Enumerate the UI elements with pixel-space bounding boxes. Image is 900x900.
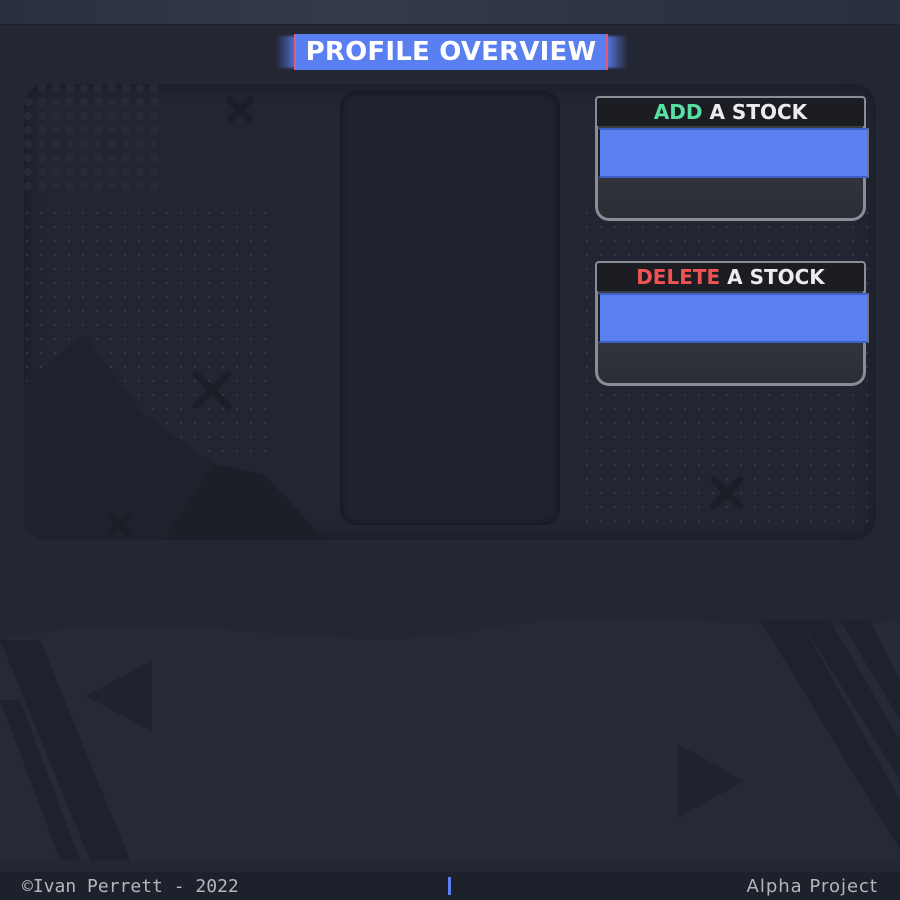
add-stock-card-body (595, 126, 869, 221)
delete-word: DELETE (636, 265, 721, 289)
footer-separator (448, 877, 451, 895)
page-title: PROFILE OVERVIEW (294, 34, 608, 70)
delete-stock-input[interactable] (598, 293, 869, 343)
add-stock-card: ADD A STOCK (595, 96, 869, 222)
delete-stock-label: A STOCK (720, 265, 825, 289)
page-title-banner: PROFILE OVERVIEW (276, 32, 628, 72)
project-name: Alpha Project (746, 876, 878, 897)
profile-details-panel (340, 91, 560, 525)
add-stock-label: A STOCK (702, 100, 808, 124)
add-stock-input[interactable] (598, 128, 869, 178)
delete-stock-header: DELETE A STOCK (595, 261, 866, 291)
decor-x (226, 96, 254, 124)
delete-stock-card-body (595, 291, 869, 386)
background-wave (0, 618, 900, 860)
add-word: ADD (653, 100, 703, 124)
delete-stock-card: DELETE A STOCK (595, 261, 869, 387)
dot-pattern-big (24, 84, 164, 194)
footer: ©Ivan Perrett - 2022 Alpha Project (0, 872, 900, 900)
add-stock-header: ADD A STOCK (595, 96, 866, 126)
copyright-text: ©Ivan Perrett - 2022 (22, 876, 239, 897)
